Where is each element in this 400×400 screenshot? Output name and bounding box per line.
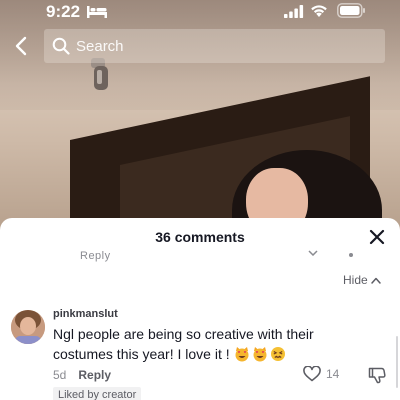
scroll-indicator[interactable] xyxy=(396,336,398,388)
thumbs-down-icon[interactable] xyxy=(368,367,386,384)
avatar-image xyxy=(11,310,45,344)
status-bar: 9:22 xyxy=(0,0,400,24)
dot-separator xyxy=(349,253,353,257)
reply-button[interactable]: Reply xyxy=(78,368,111,382)
clipped-reply-row: Reply xyxy=(0,248,400,262)
like-count: 14 xyxy=(326,367,340,381)
comment-username[interactable]: pinkmanslut xyxy=(53,308,118,320)
smiling-cat-heart-eyes-emoji xyxy=(253,347,267,362)
emoji-row xyxy=(234,346,286,362)
clipped-reply-text: Reply xyxy=(80,250,111,262)
comments-sheet: 36 comments Reply Hide pinkmanslut Ngl p… xyxy=(0,218,400,400)
search-icon xyxy=(52,37,70,55)
like-button[interactable]: 14 xyxy=(303,366,339,382)
hide-label: Hide xyxy=(343,273,368,287)
comment-meta: 5d Reply xyxy=(53,368,111,382)
wifi-icon xyxy=(311,5,327,17)
status-time: 9:22 xyxy=(46,2,81,21)
signal-icon xyxy=(284,5,304,18)
comment-text: Ngl people are being so creative with th… xyxy=(53,324,343,364)
chevron-left-icon[interactable] xyxy=(12,36,32,56)
heart-outline-icon xyxy=(303,366,321,382)
comment-item: pinkmanslut Ngl people are being so crea… xyxy=(0,302,400,400)
ceiling-fixture xyxy=(91,58,108,90)
confounded-face-emoji xyxy=(270,347,285,361)
smiling-cat-heart-eyes-emoji xyxy=(235,347,249,362)
chevron-up-icon xyxy=(370,277,381,284)
search-input[interactable] xyxy=(76,37,336,55)
bed-icon xyxy=(87,6,107,18)
comment-time: 5d xyxy=(53,368,67,382)
avatar[interactable] xyxy=(11,310,45,344)
comments-title: 36 comments xyxy=(155,229,245,245)
search-box[interactable] xyxy=(44,29,385,63)
liked-by-creator-badge: Liked by creator xyxy=(53,387,142,400)
battery-icon xyxy=(337,3,365,18)
chevron-down-icon xyxy=(308,250,318,256)
close-icon[interactable] xyxy=(369,229,385,245)
hide-replies-button[interactable]: Hide xyxy=(343,273,381,287)
